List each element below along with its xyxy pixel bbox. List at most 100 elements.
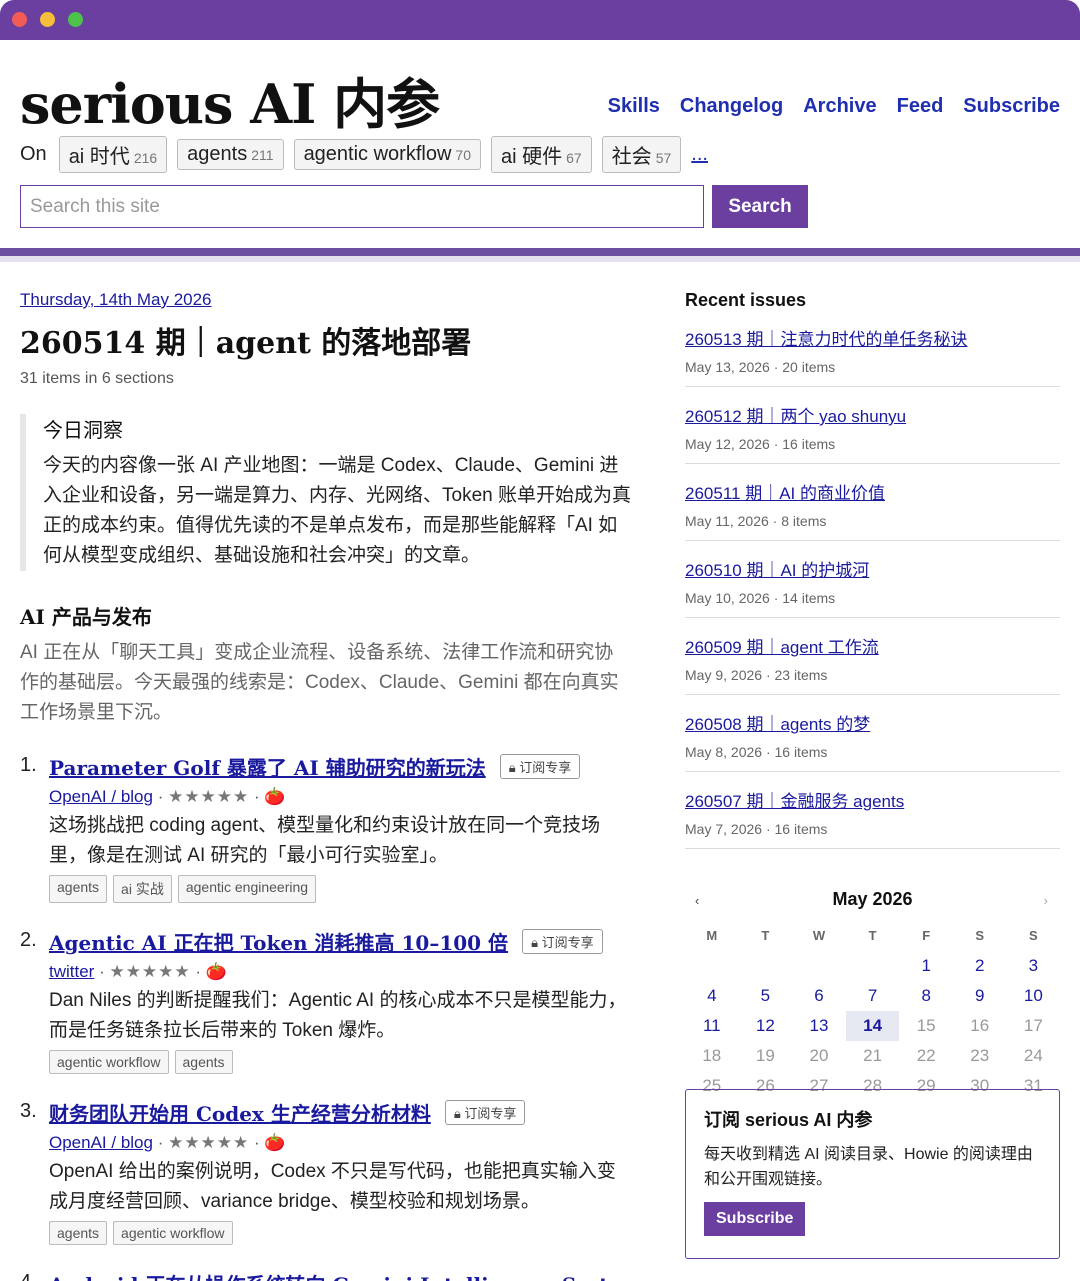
recent-issues-heading: Recent issues — [685, 290, 807, 310]
issue-title: 260514 期｜agent 的落地部署 — [20, 326, 472, 361]
nav-changelog-link[interactable]: Changelog — [680, 95, 783, 118]
site-title[interactable]: serious AI 内参 — [20, 60, 440, 139]
recent-issue-item: 260510 期｜AI 的护城河 May 10, 2026 · 14 items — [685, 552, 1060, 618]
item-tag[interactable]: ai 实战 — [113, 875, 172, 903]
tag-society[interactable]: 社会 57 — [601, 136, 682, 173]
main-nav: Skills Changelog Archive Feed Subscribe — [608, 95, 1060, 118]
nav-archive-link[interactable]: Archive — [803, 95, 876, 118]
item-tags: agentic workflow agents — [49, 1050, 632, 1074]
calendar-next-icon: › — [1043, 893, 1048, 908]
calendar-day[interactable]: 8 — [899, 981, 953, 1011]
lock-icon: 🔒︎ — [508, 760, 516, 775]
recent-issue-link[interactable]: 260509 期｜agent 工作流 — [685, 638, 879, 657]
calendar-day[interactable]: 11 — [685, 1011, 739, 1041]
search-input[interactable] — [20, 185, 704, 228]
tag-ai-hardware[interactable]: ai 硬件 67 — [490, 136, 592, 173]
calendar-day: 21 — [863, 1046, 883, 1065]
item-tags: agents agentic workflow — [49, 1221, 632, 1245]
nav-skills-link[interactable]: Skills — [608, 95, 660, 118]
calendar-day: 19 — [755, 1046, 775, 1065]
item-number: 4. — [20, 1271, 37, 1281]
calendar-weekday: S — [975, 928, 985, 943]
calendar-weekday: T — [761, 928, 770, 943]
calendar-day[interactable]: 3 — [1007, 951, 1061, 981]
calendar-day[interactable]: 9 — [953, 981, 1007, 1011]
recent-issue-link[interactable]: 260511 期｜AI 的商业价值 — [685, 484, 885, 503]
calendar-day[interactable]: 7 — [846, 981, 900, 1011]
tomato-icon: 🍅 — [264, 1133, 286, 1152]
recent-issue-link[interactable]: 260507 期｜金融服务 agents — [685, 792, 904, 811]
tag-count: 70 — [455, 147, 471, 163]
recent-issue-meta: May 12, 2026 · 16 items — [685, 436, 836, 452]
nav-subscribe-link[interactable]: Subscribe — [963, 95, 1060, 118]
item-source-link[interactable]: twitter — [49, 962, 94, 981]
search-button[interactable]: Search — [712, 185, 808, 228]
window-titlebar — [0, 0, 1080, 40]
badge-label: 订阅专享 — [519, 760, 572, 775]
tomato-icon: 🍅 — [205, 962, 227, 981]
subscribe-button[interactable]: Subscribe — [704, 1202, 806, 1236]
item-title-link[interactable]: 财务团队开始用 Codex 生产经营分析材料 — [49, 1098, 431, 1127]
rating-stars: ★★★★★ — [109, 962, 191, 981]
tag-count: 211 — [251, 147, 274, 163]
recent-issue-link[interactable]: 260512 期｜两个 yao shunyu — [685, 407, 906, 426]
tag-agentic-workflow[interactable]: agentic workflow 70 — [293, 139, 481, 170]
calendar-day-today[interactable]: 14 — [845, 1011, 900, 1041]
recent-issues-list: 260513 期｜注意力时代的单任务秘诀 May 13, 2026 · 20 it… — [685, 321, 1060, 849]
recent-issue-link[interactable]: 260510 期｜AI 的护城河 — [685, 561, 869, 580]
item-source-link[interactable]: OpenAI / blog — [49, 1133, 153, 1152]
more-tags-link[interactable]: ... — [691, 143, 708, 166]
rating-stars: ★★★★★ — [168, 1133, 250, 1152]
tag-ai-era[interactable]: ai 时代 216 — [58, 136, 168, 173]
maximize-window-button[interactable] — [68, 12, 83, 27]
recent-issue-meta: May 13, 2026 · 20 items — [685, 359, 836, 375]
recent-issue-meta: May 10, 2026 · 14 items — [685, 590, 836, 606]
calendar-empty-cell — [792, 951, 846, 981]
close-window-button[interactable] — [12, 12, 27, 27]
tag-count: 216 — [133, 150, 158, 166]
minimize-window-button[interactable] — [40, 12, 55, 27]
item-title-link[interactable]: Parameter Golf 暴露了 AI 辅助研究的新玩法 — [49, 752, 486, 781]
item-tag[interactable]: agents — [49, 875, 108, 903]
item-tag[interactable]: agentic engineering — [177, 875, 317, 903]
recent-issue-item: 260513 期｜注意力时代的单任务秘诀 May 13, 2026 · 20 it… — [685, 321, 1060, 387]
recent-issue-meta: May 8, 2026 · 16 items — [685, 744, 828, 760]
issue-date-link[interactable]: Thursday, 14th May 2026 — [20, 290, 212, 309]
item-description: 这场挑战把 coding agent、模型量化和约束设计放在同一个竞技场里，像是… — [49, 815, 601, 866]
calendar-day[interactable]: 4 — [685, 981, 739, 1011]
item-tag[interactable]: agents — [174, 1050, 233, 1074]
rating-stars: ★★★★★ — [168, 787, 250, 806]
tag-agents[interactable]: agents 211 — [177, 139, 284, 170]
item-tag[interactable]: agentic workflow — [113, 1221, 233, 1245]
calendar-weekday: M — [706, 928, 718, 943]
subscribe-text: 每天收到精选 AI 阅读目录、Howie 的阅读理由和公开围观链接。 — [704, 1146, 1033, 1188]
item-source-link[interactable]: OpenAI / blog — [49, 787, 153, 806]
recent-issue-item: 260512 期｜两个 yao shunyu May 12, 2026 · 16 … — [685, 398, 1060, 464]
item-tag[interactable]: agentic workflow — [49, 1050, 169, 1074]
tag-count: 67 — [566, 150, 582, 166]
header-divider-band — [0, 248, 1080, 262]
calendar-day[interactable]: 13 — [792, 1011, 846, 1041]
recent-issue-meta: May 11, 2026 · 8 items — [685, 513, 827, 529]
subscribe-title: 订阅 serious AI 内参 — [704, 1110, 873, 1130]
subscriber-only-badge: 🔒︎ 订阅专享 — [522, 929, 603, 954]
calendar-day: 16 — [970, 1016, 990, 1035]
item-tag[interactable]: agents — [49, 1221, 108, 1245]
calendar-day[interactable]: 2 — [953, 951, 1007, 981]
sidebar: Recent issues 260513 期｜注意力时代的单任务秘诀 May 13… — [685, 290, 1060, 1101]
tag-label: agents — [187, 143, 248, 165]
recent-issue-item: 260511 期｜AI 的商业价值 May 11, 2026 · 8 items — [685, 475, 1060, 541]
calendar-day[interactable]: 5 — [739, 981, 793, 1011]
item-number: 3. — [20, 1100, 37, 1122]
item-title-link[interactable]: Android 正在从操作系统转向 Gemini Intelligence Sy… — [49, 1269, 642, 1281]
calendar-day[interactable]: 10 — [1007, 981, 1061, 1011]
calendar-empty-cell — [685, 951, 739, 981]
calendar-day[interactable]: 12 — [739, 1011, 793, 1041]
item-title-link[interactable]: Agentic AI 正在把 Token 消耗推高 10–100 倍 — [49, 927, 508, 956]
calendar-day[interactable]: 1 — [899, 951, 953, 981]
calendar-weekday: S — [1029, 928, 1038, 943]
recent-issue-link[interactable]: 260513 期｜注意力时代的单任务秘诀 — [685, 330, 967, 349]
recent-issue-link[interactable]: 260508 期｜agents 的梦 — [685, 715, 870, 734]
nav-feed-link[interactable]: Feed — [897, 95, 944, 118]
calendar-day[interactable]: 6 — [792, 981, 846, 1011]
